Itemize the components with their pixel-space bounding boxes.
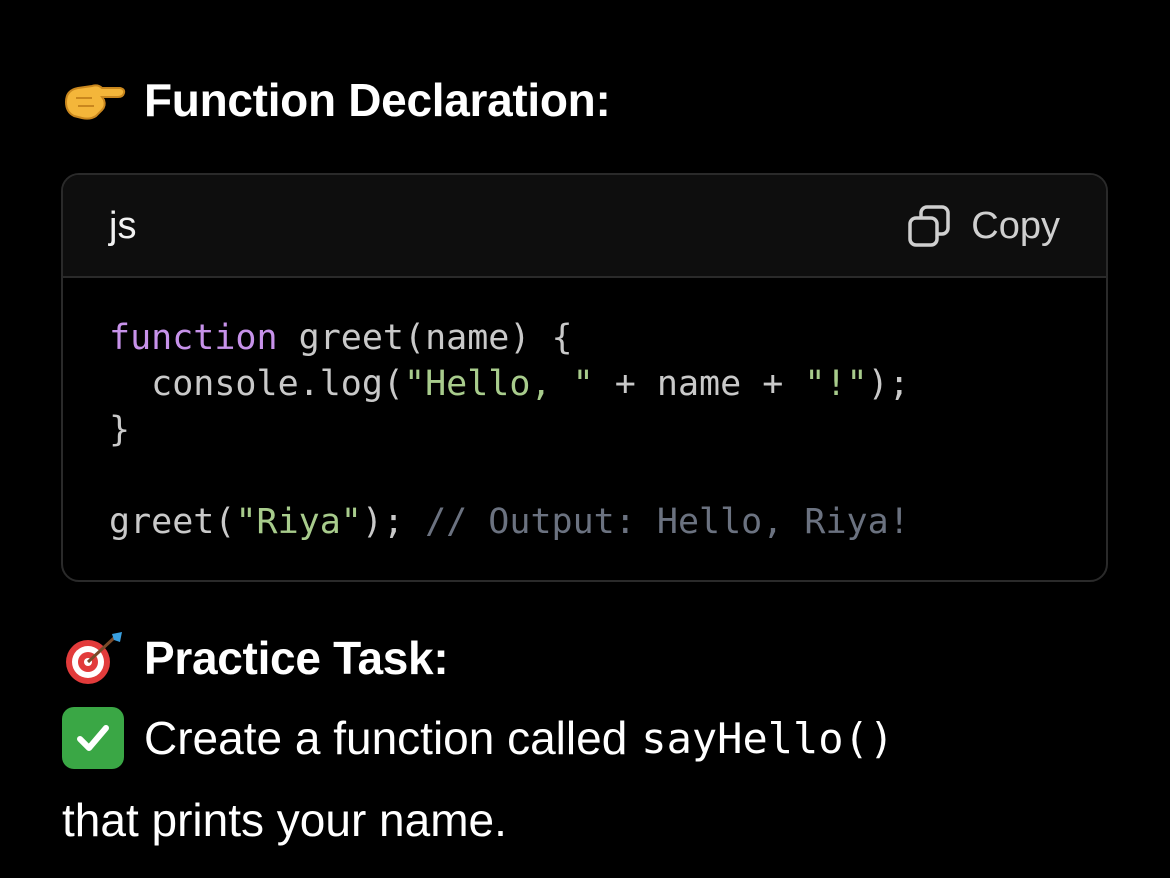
code-line: console.log("Hello, " + name + "!");: [109, 361, 910, 407]
code-token: + name +: [593, 364, 805, 404]
code-line: greet("Riya"); // Output: Hello, Riya!: [109, 499, 910, 545]
code-content: function greet(name) { console.log("Hell…: [109, 315, 910, 545]
code-block-header: js Copy: [63, 175, 1106, 278]
code-token: greet(: [109, 502, 236, 542]
pointing-hand-icon: [62, 72, 126, 128]
dart-target-icon: [62, 630, 126, 686]
code-token: function: [109, 318, 278, 358]
copy-button[interactable]: Copy: [907, 201, 1060, 251]
code-token: // Output: Hello, Riya!: [425, 502, 910, 542]
task-text-continued: that prints your name.: [62, 794, 507, 846]
code-token: );: [867, 364, 910, 404]
code-token: "!": [804, 364, 868, 404]
checkmark-icon: [62, 707, 124, 769]
code-line: }: [109, 407, 910, 453]
code-language-label: js: [109, 205, 137, 247]
code-token: }: [109, 410, 131, 450]
code-token: "Hello, ": [404, 364, 594, 404]
copy-label: Copy: [971, 204, 1060, 247]
task-line-2: that prints your name.: [62, 790, 507, 850]
copy-icon: [908, 205, 951, 247]
code-token: greet(name) {: [277, 318, 573, 358]
code-token: console.log(: [109, 364, 405, 404]
task-text: Create a function called: [144, 712, 628, 764]
code-line: function greet(name) {: [109, 315, 910, 361]
inline-code: sayHello(): [641, 713, 895, 763]
heading-text: Function Declaration:: [144, 74, 611, 126]
heading-text: Practice Task:: [144, 632, 449, 684]
task-line-1: Create a function called sayHello(): [62, 707, 895, 769]
code-token: "Riya": [235, 502, 362, 542]
code-block: js Copy function greet(name) { console.l…: [61, 173, 1108, 582]
code-token: );: [361, 502, 426, 542]
section-heading-function-declaration: Function Declaration:: [62, 70, 611, 130]
section-heading-practice-task: Practice Task:: [62, 628, 449, 688]
